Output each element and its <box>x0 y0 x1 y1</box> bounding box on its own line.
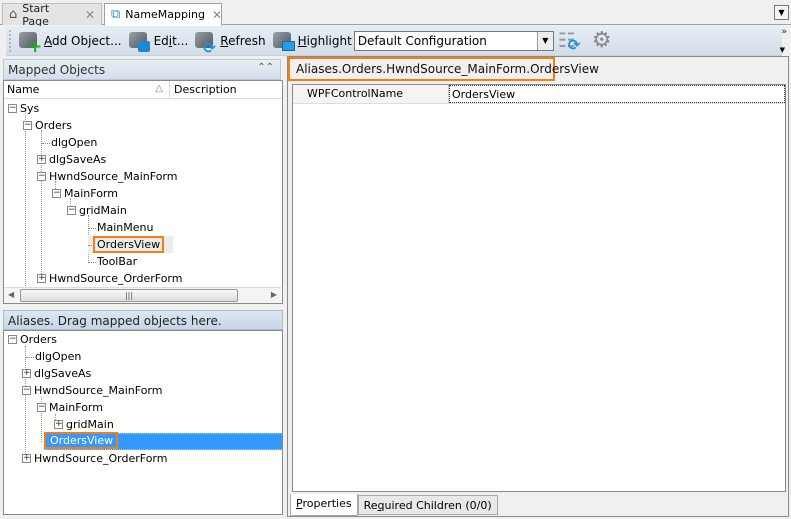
refresh-label: Refresh <box>220 33 266 48</box>
configuration-value: Default Configuration <box>357 33 487 48</box>
highlight-label: Highlight <box>297 33 352 48</box>
add-object-button[interactable]: + Add Object... <box>18 29 122 55</box>
mapped-objects-header: Mapped Objects ⌃⌃ <box>3 59 281 80</box>
tree-node[interactable]: MainMenu <box>88 219 153 236</box>
details-tabs: Properties Required Children (0/0) <box>290 494 498 516</box>
tree-line <box>25 113 26 288</box>
close-icon[interactable]: ✕ <box>212 8 222 22</box>
tree-node[interactable]: ToolBar <box>88 253 137 270</box>
scroll-left-icon[interactable]: ◀ <box>8 290 14 299</box>
expand-node-icon[interactable]: + <box>22 368 31 378</box>
toolbar-overflow-icon[interactable]: » <box>781 27 787 37</box>
tab-start-page[interactable]: ⌂ Start Page ✕ <box>2 1 102 28</box>
property-name: WPFControlName <box>293 85 449 103</box>
close-icon[interactable]: ✕ <box>85 8 95 22</box>
chevron-down-icon[interactable]: ▼ <box>536 31 553 50</box>
tree-node[interactable]: + dlgSaveAs <box>37 151 106 168</box>
collapse-node-icon[interactable]: − <box>8 103 17 113</box>
home-icon: ⌂ <box>9 7 18 22</box>
aliases-tree[interactable]: − Orders dlgOpen + dlgSaveAs − HwndSource_M… <box>3 330 283 515</box>
namemapping-icon: ⧉ <box>111 7 121 22</box>
properties-grid[interactable]: WPFControlName OrdersView <box>292 84 786 492</box>
edit-button[interactable]: Edit... <box>128 29 189 53</box>
collapse-icon[interactable]: ⌃⌃ <box>257 62 274 73</box>
alias-path-label: Aliases.Orders.HwndSource_MainForm.Order… <box>288 57 599 81</box>
aliases-header: Aliases. Drag mapped objects here. <box>3 310 283 330</box>
tab-namemapping[interactable]: ⧉ NameMapping ✕ <box>104 3 222 26</box>
tab-label: Start Page <box>22 1 50 28</box>
tree-node[interactable]: − gridMain <box>67 202 127 219</box>
gear-icon[interactable]: ⚙ <box>592 29 612 52</box>
update-map-button[interactable]: ☷ ⟳ <box>556 28 584 54</box>
expand-node-icon[interactable]: + <box>22 453 31 463</box>
expand-node-icon[interactable]: + <box>54 419 63 429</box>
aliases-title: Aliases. Drag mapped objects here. <box>8 314 222 328</box>
collapse-node-icon[interactable]: − <box>22 385 31 395</box>
tab-required-children[interactable]: Required Children (0/0) <box>357 495 498 515</box>
add-object-icon: + <box>18 29 42 55</box>
tree-node[interactable]: + gridMain <box>54 416 114 433</box>
edit-icon <box>128 29 152 53</box>
scroll-right-icon[interactable]: ▶ <box>271 290 277 299</box>
collapse-node-icon[interactable]: − <box>52 188 61 198</box>
refresh-button[interactable]: ⟳ Refresh <box>194 29 266 57</box>
highlight-box: OrdersView <box>44 432 119 449</box>
collapse-node-icon[interactable]: − <box>37 402 46 412</box>
expand-node-icon[interactable]: + <box>37 273 46 283</box>
configuration-select[interactable]: Default Configuration ▼ <box>353 30 554 51</box>
property-value[interactable]: OrdersView <box>449 85 785 103</box>
toolbar: + Add Object... Edit... ⟳ Refresh Highli… <box>6 26 782 57</box>
toolbar-grip[interactable] <box>8 28 12 53</box>
tree-node[interactable]: − Orders <box>23 117 72 134</box>
tree-column-header: Name △ Description <box>4 81 282 99</box>
tree-node[interactable]: − MainForm <box>37 399 103 416</box>
tree-node[interactable]: − Orders <box>8 331 57 348</box>
edit-label: Edit... <box>153 33 189 48</box>
collapse-node-icon[interactable]: − <box>8 334 17 344</box>
tree-node[interactable]: − MainForm <box>52 185 118 202</box>
add-object-label: Add Object... <box>44 33 122 48</box>
highlight-icon <box>272 29 296 53</box>
tree-node[interactable]: dlgOpen <box>42 134 97 151</box>
tab-properties[interactable]: Properties <box>290 494 358 516</box>
tree-node[interactable]: − Sys <box>8 100 39 117</box>
tree-node[interactable]: + dlgSaveAs <box>22 365 91 382</box>
tab-label: NameMapping <box>125 8 205 21</box>
toolbar-options-icon[interactable]: ▼ <box>780 46 785 54</box>
tree-node[interactable]: dlgOpen <box>26 348 81 365</box>
tree-node-selected[interactable]: OrdersView <box>44 432 119 449</box>
column-header-name[interactable]: Name △ <box>4 81 170 98</box>
tree-node[interactable]: − HwndSource_MainForm <box>37 168 177 185</box>
tab-list-dropdown-button[interactable]: ▼ <box>774 5 789 20</box>
column-header-description[interactable]: Description <box>170 81 241 98</box>
tree-node-highlighted[interactable]: OrdersView <box>88 236 173 253</box>
mapped-objects-tree[interactable]: Name △ Description − Sys − Orders dlgOpen +… <box>3 80 283 304</box>
collapse-node-icon[interactable]: − <box>23 120 32 130</box>
highlight-button[interactable]: Highlight <box>272 29 352 53</box>
highlight-box: OrdersView <box>93 236 165 253</box>
collapse-node-icon[interactable]: − <box>37 171 46 181</box>
refresh-overlay-icon: ⟳ <box>567 35 581 54</box>
sort-ascending-icon: △ <box>155 83 163 94</box>
refresh-icon: ⟳ <box>194 29 218 57</box>
panel-title: Mapped Objects <box>8 63 106 77</box>
expand-node-icon[interactable]: + <box>37 154 46 164</box>
tree-node[interactable]: − HwndSource_MainForm <box>22 382 162 399</box>
scrollbar-thumb[interactable]: ||| <box>20 289 238 302</box>
property-row[interactable]: WPFControlName OrdersView <box>293 85 785 104</box>
collapse-node-icon[interactable]: − <box>67 205 76 215</box>
tree-node[interactable]: + HwndSource_OrderForm <box>37 270 182 287</box>
horizontal-scrollbar[interactable]: ◀ ||| ▶ <box>4 287 281 303</box>
tree-node[interactable]: + HwndSource_OrderForm <box>22 450 167 467</box>
